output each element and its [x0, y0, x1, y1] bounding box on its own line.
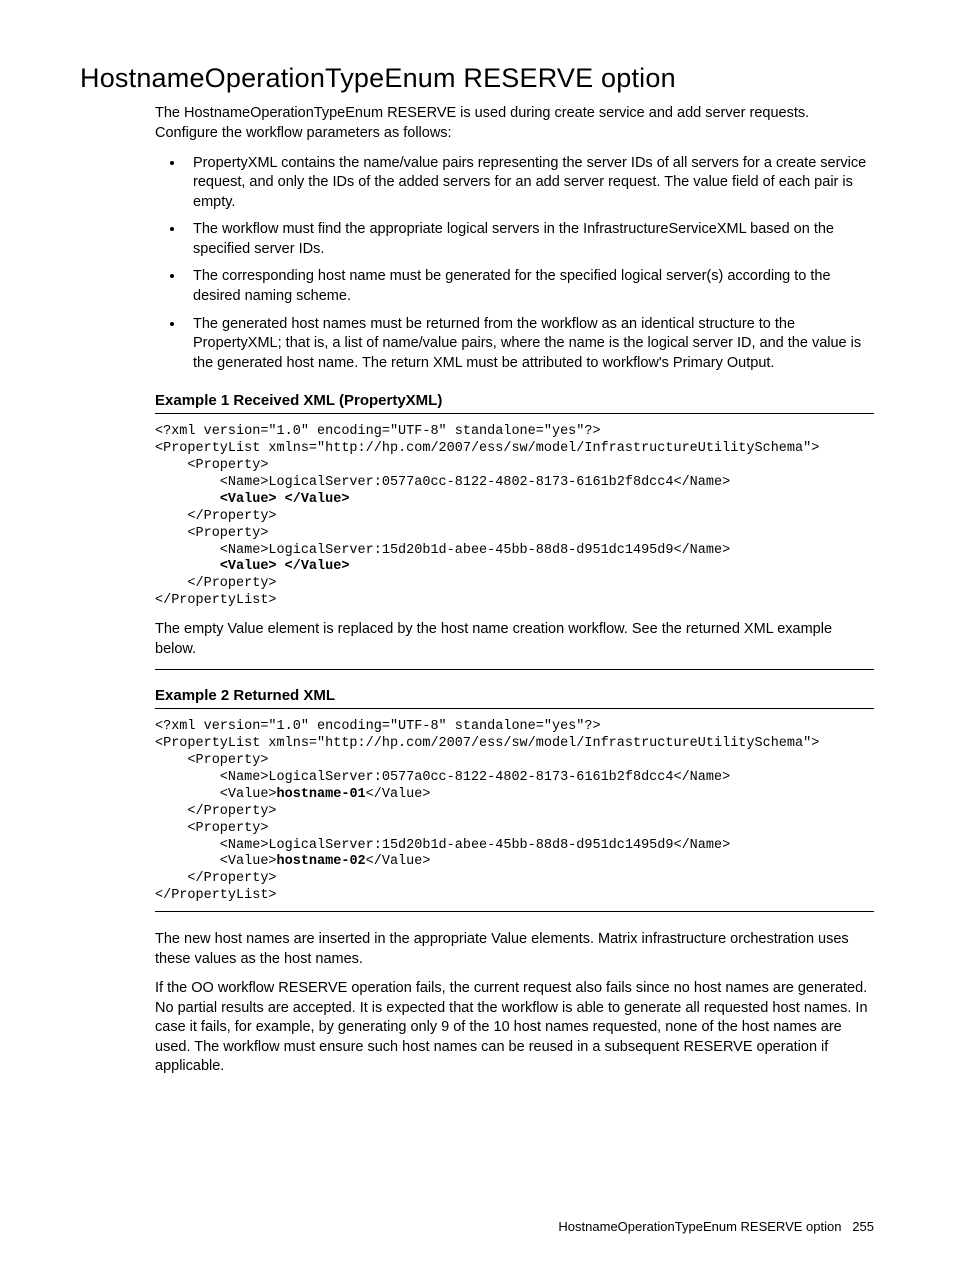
divider — [155, 911, 874, 912]
example2-code: <?xml version="1.0" encoding="UTF-8" sta… — [155, 719, 874, 905]
list-item: The generated host names must be returne… — [185, 315, 874, 374]
example2-title: Example 2 Returned XML — [155, 686, 874, 706]
list-item: PropertyXML contains the name/value pair… — [185, 154, 874, 213]
list-item: The corresponding host name must be gene… — [185, 267, 874, 306]
divider — [155, 413, 874, 414]
paragraph: The new host names are inserted in the a… — [155, 930, 874, 969]
example1-title: Example 1 Received XML (PropertyXML) — [155, 391, 874, 411]
paragraph: If the OO workflow RESERVE operation fai… — [155, 979, 874, 1077]
intro-paragraph: The HostnameOperationTypeEnum RESERVE is… — [155, 104, 874, 143]
footer-section: HostnameOperationTypeEnum RESERVE option — [558, 1219, 841, 1234]
divider — [155, 708, 874, 709]
list-item: The workflow must find the appropriate l… — [185, 220, 874, 259]
example1-after-text: The empty Value element is replaced by t… — [155, 620, 874, 659]
footer-page-number: 255 — [852, 1219, 874, 1234]
divider — [155, 669, 874, 670]
page-footer: HostnameOperationTypeEnum RESERVE option… — [558, 1218, 874, 1236]
section-heading: HostnameOperationTypeEnum RESERVE option — [80, 60, 874, 96]
example1-code: <?xml version="1.0" encoding="UTF-8" sta… — [155, 424, 874, 610]
bullet-list: PropertyXML contains the name/value pair… — [155, 154, 874, 374]
